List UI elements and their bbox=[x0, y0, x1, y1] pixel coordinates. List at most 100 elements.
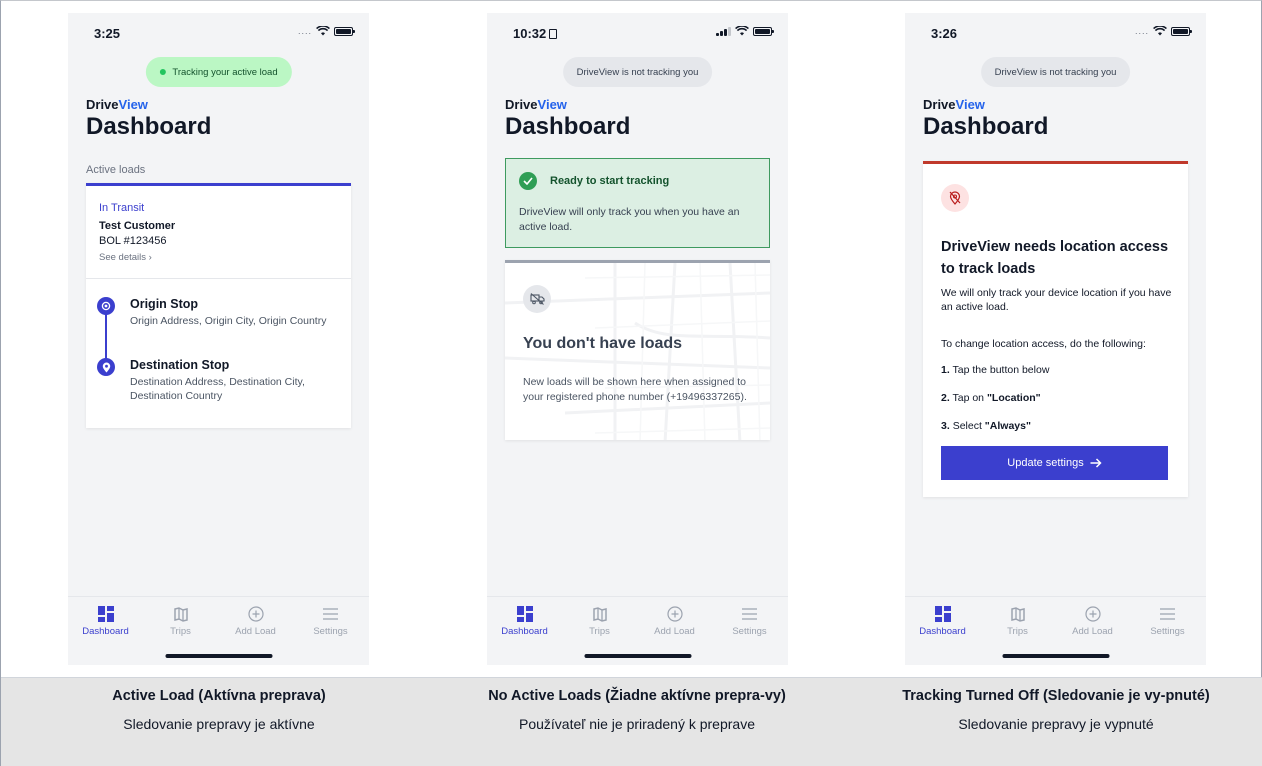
brand-logo: DriveView bbox=[86, 97, 148, 112]
tab-trips[interactable]: Trips bbox=[143, 605, 218, 637]
tab-label: Add Load bbox=[235, 626, 276, 637]
menu-icon bbox=[323, 608, 338, 620]
no-loads-title: You don't have loads bbox=[523, 335, 683, 352]
step-3: 3. Select "Always" bbox=[941, 419, 1176, 433]
caption-title: No Active Loads (Žiadne aktívne prepra-v… bbox=[488, 688, 786, 704]
brand-prefix: Drive bbox=[86, 97, 119, 112]
tracking-dot-icon bbox=[159, 69, 166, 75]
status-icons: .... bbox=[1134, 26, 1192, 36]
destination-stop-title: Destination Stop bbox=[130, 358, 230, 372]
step-2: 2. Tap on "Location" bbox=[941, 391, 1176, 405]
page-title: Dashboard bbox=[505, 113, 631, 140]
tab-settings[interactable]: Settings bbox=[1130, 605, 1205, 637]
update-settings-label: Update settings bbox=[1007, 457, 1084, 469]
tracking-status-pill: DriveView is not tracking you bbox=[980, 57, 1131, 87]
location-off-icon bbox=[941, 184, 969, 212]
status-icons: .... bbox=[297, 26, 355, 36]
update-settings-button[interactable]: Update settings bbox=[941, 446, 1168, 480]
tab-label: Add Load bbox=[654, 626, 695, 637]
plus-circle-icon bbox=[666, 606, 683, 622]
step-text: Tap on bbox=[952, 392, 987, 404]
battery-icon bbox=[334, 26, 355, 36]
phone-no-active-loads: 10:32 DriveView is not tracking you Driv… bbox=[487, 13, 788, 665]
tab-settings[interactable]: Settings bbox=[712, 605, 787, 637]
permission-instructions: To change location access, do the follow… bbox=[941, 338, 1146, 350]
signal-dots-icon: .... bbox=[297, 26, 312, 36]
map-icon bbox=[592, 606, 607, 622]
ready-title: Ready to start tracking bbox=[550, 175, 670, 187]
map-icon bbox=[1010, 606, 1025, 622]
step-text: Select bbox=[952, 420, 985, 432]
tab-dashboard[interactable]: Dashboard bbox=[68, 605, 143, 637]
brand-prefix: Drive bbox=[505, 97, 538, 112]
step-number: 2. bbox=[941, 392, 950, 404]
status-time: 3:26 bbox=[931, 26, 958, 41]
tab-label: Settings bbox=[313, 626, 348, 637]
battery-icon bbox=[1171, 26, 1192, 36]
tracking-status-text: Tracking your active load bbox=[172, 66, 278, 78]
tab-dashboard[interactable]: Dashboard bbox=[487, 605, 562, 637]
dashboard-grid-icon bbox=[516, 606, 533, 622]
phone-tracking-off: 3:26 .... DriveView is not tracking you … bbox=[905, 13, 1206, 665]
caption-tracking-off: Tracking Turned Off (Sledovanie je vy-pn… bbox=[886, 686, 1226, 734]
tracking-status-pill: DriveView is not tracking you bbox=[562, 57, 713, 87]
caption-subtitle: Používateľ nie je priradený k preprave bbox=[519, 716, 755, 732]
caption-subtitle: Sledovanie prepravy je vypnuté bbox=[958, 716, 1154, 732]
target-icon bbox=[97, 297, 115, 315]
permission-intro: We will only track your device location … bbox=[941, 287, 1172, 313]
caption-subtitle: Sledovanie prepravy je aktívne bbox=[123, 716, 315, 732]
tab-add-load[interactable]: Add Load bbox=[218, 605, 293, 637]
caption-no-active-loads: No Active Loads (Žiadne aktívne prepra-v… bbox=[467, 686, 807, 734]
tab-label: Dashboard bbox=[501, 626, 548, 637]
brand-logo: DriveView bbox=[923, 97, 985, 112]
step-emphasis: "Always" bbox=[984, 420, 1031, 432]
load-card[interactable]: In Transit Test Customer BOL #123456 See… bbox=[86, 183, 351, 428]
status-bar: 3:26 .... bbox=[905, 13, 1206, 49]
load-customer: Test Customer bbox=[99, 220, 176, 232]
tab-dashboard[interactable]: Dashboard bbox=[905, 605, 980, 637]
arrow-right-icon bbox=[1090, 458, 1102, 468]
brand-accent: View bbox=[537, 97, 567, 112]
origin-stop-title: Origin Stop bbox=[130, 297, 199, 311]
tab-trips[interactable]: Trips bbox=[562, 605, 637, 637]
page-title: Dashboard bbox=[86, 113, 212, 140]
tab-settings[interactable]: Settings bbox=[293, 605, 368, 637]
ready-to-track-banner: Ready to start tracking DriveView will o… bbox=[505, 158, 770, 248]
caption-active-load: Active Load (Aktívna preprava) Sledovani… bbox=[49, 686, 389, 734]
active-loads-label: Active loads bbox=[86, 164, 146, 176]
no-loads-text: New loads will be shown here when assign… bbox=[523, 376, 747, 403]
location-permission-card: DriveView needs location access to track… bbox=[923, 161, 1188, 497]
load-status: In Transit bbox=[99, 202, 145, 214]
cellular-signal-icon bbox=[716, 26, 731, 36]
page-title: Dashboard bbox=[923, 113, 1049, 140]
map-icon bbox=[173, 606, 188, 622]
tab-trips[interactable]: Trips bbox=[980, 605, 1055, 637]
ready-text: DriveView will only track you when you h… bbox=[519, 206, 740, 233]
tab-label: Dashboard bbox=[82, 626, 129, 637]
step-number: 1. bbox=[941, 364, 950, 376]
tab-add-load[interactable]: Add Load bbox=[637, 605, 712, 637]
signal-dots-icon: .... bbox=[1134, 26, 1149, 36]
brand-accent: View bbox=[118, 97, 148, 112]
home-indicator bbox=[165, 654, 272, 658]
tab-label: Trips bbox=[589, 626, 610, 637]
tab-label: Settings bbox=[732, 626, 767, 637]
tab-label: Trips bbox=[170, 626, 191, 637]
tracking-status-pill: Tracking your active load bbox=[145, 57, 292, 87]
permission-title: DriveView needs location access to track… bbox=[941, 239, 1169, 277]
tab-label: Add Load bbox=[1072, 626, 1113, 637]
dashboard-grid-icon bbox=[97, 606, 114, 622]
tracking-status-text: DriveView is not tracking you bbox=[994, 66, 1117, 78]
status-icons bbox=[716, 26, 774, 36]
load-bol: BOL #123456 bbox=[99, 235, 167, 247]
phone-active-load: 3:25 .... Tracking your active load Driv… bbox=[68, 13, 369, 665]
see-details-link[interactable]: See details › bbox=[99, 252, 152, 263]
status-bar: 3:25 .... bbox=[68, 13, 369, 49]
step-text: Tap the button below bbox=[952, 364, 1050, 376]
plus-circle-icon bbox=[247, 606, 264, 622]
status-time-text: 10:32 bbox=[513, 26, 547, 41]
wifi-icon bbox=[316, 26, 330, 36]
tab-add-load[interactable]: Add Load bbox=[1055, 605, 1130, 637]
tab-label: Dashboard bbox=[919, 626, 966, 637]
plus-circle-icon bbox=[1084, 606, 1101, 622]
